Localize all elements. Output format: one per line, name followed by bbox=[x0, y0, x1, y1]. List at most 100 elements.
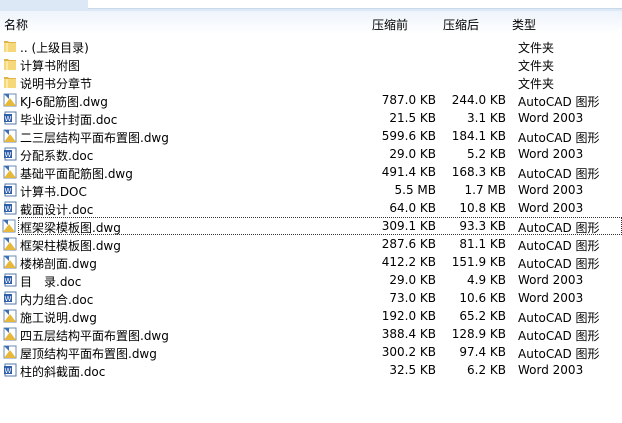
address-bar[interactable] bbox=[88, 0, 622, 9]
file-row[interactable]: W 目 录.doc 29.0 KB 4.9 KB Word 2003 bbox=[0, 271, 622, 289]
file-row[interactable]: 施工说明.dwg 192.0 KB 65.2 KB AutoCAD 图形 bbox=[0, 307, 622, 325]
dwg-icon bbox=[3, 93, 17, 107]
size-before: 64.0 KB bbox=[389, 201, 436, 215]
svg-text:W: W bbox=[5, 295, 12, 303]
size-after: 3.1 KB bbox=[467, 111, 506, 125]
size-before: 192.0 KB bbox=[381, 309, 436, 323]
size-before: 29.0 KB bbox=[389, 147, 436, 161]
file-row[interactable]: 屋顶结构平面布置图.dwg 300.2 KB 97.4 KB AutoCAD 图… bbox=[0, 343, 622, 361]
file-type: Word 2003 bbox=[518, 183, 584, 197]
dwg-icon bbox=[3, 345, 17, 359]
toolbar-area bbox=[0, 0, 622, 11]
file-row[interactable]: 框架梁模板图.dwg 309.1 KB 93.3 KB AutoCAD 图形 bbox=[2, 217, 622, 235]
column-after[interactable]: 压缩后 bbox=[443, 16, 479, 33]
svg-text:W: W bbox=[5, 277, 12, 285]
dwg-icon bbox=[3, 165, 17, 179]
file-row[interactable]: W 柱的斜截面.doc 32.5 KB 6.2 KB Word 2003 bbox=[0, 361, 622, 379]
doc-icon: W bbox=[3, 147, 17, 161]
file-name: 楼梯剖面.dwg bbox=[20, 257, 97, 271]
size-before: 412.2 KB bbox=[381, 255, 436, 269]
size-before: 491.4 KB bbox=[381, 165, 436, 179]
file-row[interactable]: 框架柱模板图.dwg 287.6 KB 81.1 KB AutoCAD 图形 bbox=[0, 235, 622, 253]
size-before: 287.6 KB bbox=[381, 237, 436, 251]
doc-icon: W bbox=[3, 273, 17, 287]
doc-icon: W bbox=[3, 291, 17, 305]
file-name: 说明书分章节 bbox=[20, 77, 93, 91]
size-after: 1.7 MB bbox=[464, 183, 506, 197]
column-header: 名称 压缩前 压缩后 类型 bbox=[0, 11, 622, 35]
column-name[interactable]: 名称 bbox=[4, 16, 28, 33]
size-before: 21.5 KB bbox=[389, 111, 436, 125]
size-after: 244.0 KB bbox=[451, 93, 506, 107]
file-name: 基础平面配筋图.dwg bbox=[20, 167, 133, 181]
file-row[interactable]: W 内力组合.doc 73.0 KB 10.6 KB Word 2003 bbox=[0, 289, 622, 307]
file-name: 框架梁模板图.dwg bbox=[20, 221, 121, 235]
file-row[interactable]: W 毕业设计封面.doc 21.5 KB 3.1 KB Word 2003 bbox=[0, 109, 622, 127]
size-after: 6.2 KB bbox=[467, 363, 506, 377]
size-after: 151.9 KB bbox=[451, 255, 506, 269]
size-after: 184.1 KB bbox=[451, 129, 506, 143]
svg-text:W: W bbox=[5, 205, 12, 213]
size-before: 599.6 KB bbox=[381, 129, 436, 143]
file-type: AutoCAD 图形 bbox=[518, 347, 600, 361]
file-row[interactable]: 基础平面配筋图.dwg 491.4 KB 168.3 KB AutoCAD 图形 bbox=[0, 163, 622, 181]
file-name: 柱的斜截面.doc bbox=[20, 365, 106, 379]
size-before: 787.0 KB bbox=[381, 93, 436, 107]
size-before: 388.4 KB bbox=[381, 327, 436, 341]
size-before: 309.1 KB bbox=[381, 219, 436, 233]
folder-icon bbox=[3, 75, 17, 89]
size-after: 10.6 KB bbox=[459, 291, 506, 305]
dwg-icon bbox=[2, 219, 16, 233]
file-name: KJ-6配筋图.dwg bbox=[20, 95, 108, 109]
size-after: 81.1 KB bbox=[459, 237, 506, 251]
doc-icon: W bbox=[3, 201, 17, 215]
file-row[interactable]: 二三层结构平面布置图.dwg 599.6 KB 184.1 KB AutoCAD… bbox=[0, 127, 622, 145]
size-after: 65.2 KB bbox=[459, 309, 506, 323]
file-name: 目 录.doc bbox=[20, 275, 82, 289]
column-type[interactable]: 类型 bbox=[512, 16, 536, 33]
file-type: AutoCAD 图形 bbox=[518, 239, 600, 253]
dwg-icon bbox=[3, 129, 17, 143]
size-after: 10.8 KB bbox=[459, 201, 506, 215]
file-row[interactable]: 楼梯剖面.dwg 412.2 KB 151.9 KB AutoCAD 图形 bbox=[0, 253, 622, 271]
file-type: AutoCAD 图形 bbox=[518, 311, 600, 325]
file-type: Word 2003 bbox=[518, 273, 584, 287]
file-row[interactable]: .. (上级目录) 文件夹 bbox=[0, 37, 622, 55]
size-after: 168.3 KB bbox=[451, 165, 506, 179]
dwg-icon bbox=[3, 309, 17, 323]
svg-text:W: W bbox=[5, 115, 12, 123]
file-type: AutoCAD 图形 bbox=[518, 329, 600, 343]
column-before[interactable]: 压缩前 bbox=[372, 16, 408, 33]
file-name: 分配系数.doc bbox=[20, 149, 94, 163]
file-name: 框架柱模板图.dwg bbox=[20, 239, 121, 253]
file-row[interactable]: W 计算书.DOC 5.5 MB 1.7 MB Word 2003 bbox=[0, 181, 622, 199]
size-before: 32.5 KB bbox=[389, 363, 436, 377]
svg-text:W: W bbox=[5, 151, 12, 159]
file-name: 内力组合.doc bbox=[20, 293, 94, 307]
file-name: 计算书附图 bbox=[20, 59, 81, 73]
file-row[interactable]: 计算书附图 文件夹 bbox=[0, 55, 622, 73]
file-type: AutoCAD 图形 bbox=[518, 257, 600, 271]
doc-icon: W bbox=[3, 111, 17, 125]
folder-icon bbox=[3, 57, 17, 71]
size-after: 5.2 KB bbox=[467, 147, 506, 161]
dwg-icon bbox=[3, 237, 17, 251]
dwg-icon bbox=[3, 255, 17, 269]
file-row[interactable]: 四五层结构平面布置图.dwg 388.4 KB 128.9 KB AutoCAD… bbox=[0, 325, 622, 343]
file-name: 四五层结构平面布置图.dwg bbox=[20, 329, 169, 343]
file-type: Word 2003 bbox=[518, 201, 584, 215]
file-type: AutoCAD 图形 bbox=[518, 131, 600, 145]
file-row[interactable]: W 截面设计.doc 64.0 KB 10.8 KB Word 2003 bbox=[0, 199, 622, 217]
size-before: 29.0 KB bbox=[389, 273, 436, 287]
file-row[interactable]: KJ-6配筋图.dwg 787.0 KB 244.0 KB AutoCAD 图形 bbox=[0, 91, 622, 109]
file-row[interactable]: W 分配系数.doc 29.0 KB 5.2 KB Word 2003 bbox=[0, 145, 622, 163]
size-before: 300.2 KB bbox=[381, 345, 436, 359]
size-before: 73.0 KB bbox=[389, 291, 436, 305]
file-type: Word 2003 bbox=[518, 147, 584, 161]
file-type: AutoCAD 图形 bbox=[518, 167, 600, 181]
dwg-icon bbox=[3, 327, 17, 341]
file-type: 文件夹 bbox=[518, 41, 555, 55]
size-after: 4.9 KB bbox=[467, 273, 506, 287]
file-row[interactable]: 说明书分章节 文件夹 bbox=[0, 73, 622, 91]
file-type: Word 2003 bbox=[518, 363, 584, 377]
